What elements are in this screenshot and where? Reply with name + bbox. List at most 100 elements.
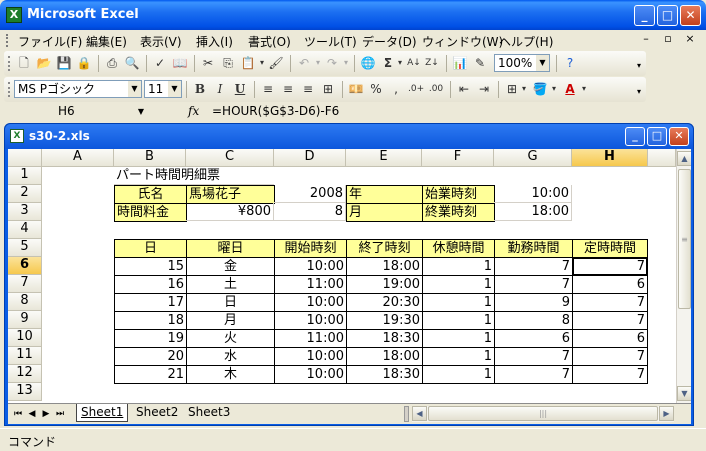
minimize-button[interactable]: _	[634, 5, 655, 26]
cell-g3-end-time[interactable]: 18:00	[494, 203, 572, 221]
drawing-icon[interactable]: ✎	[472, 55, 488, 71]
table-cell[interactable]: 1	[422, 329, 495, 348]
table-cell[interactable]: 10:00	[274, 347, 347, 366]
menu-edit[interactable]: 編集(E)	[86, 33, 127, 50]
cell-e3-month-label[interactable]: 月	[346, 203, 423, 222]
table-cell[interactable]: 1	[422, 275, 495, 294]
redo-dropdown-icon[interactable]: ▾	[342, 55, 350, 71]
table-cell[interactable]: 7	[572, 365, 648, 384]
table-cell[interactable]: 11:00	[274, 275, 347, 294]
table-cell[interactable]: 1	[422, 347, 495, 366]
table-cell[interactable]: 7	[494, 365, 573, 384]
currency-icon[interactable]: 💴	[348, 81, 364, 97]
paste-dropdown-icon[interactable]: ▾	[258, 55, 266, 71]
autosum-dropdown-icon[interactable]: ▾	[396, 55, 404, 71]
row-header-7[interactable]: 7	[8, 275, 42, 293]
column-header-h[interactable]: H	[572, 149, 648, 167]
table-cell[interactable]: 18	[114, 311, 187, 330]
new-file-icon[interactable]: 🗋	[16, 55, 32, 71]
table-cell[interactable]: 6	[494, 329, 573, 348]
workbook-maximize-button[interactable]: □	[647, 127, 667, 146]
italic-icon[interactable]: I	[212, 81, 228, 97]
maximize-button[interactable]: □	[657, 5, 678, 26]
column-header-c[interactable]: C	[186, 149, 274, 167]
underline-icon[interactable]: U	[232, 81, 248, 97]
sort-ascending-icon[interactable]: A↓	[406, 55, 422, 71]
table-cell[interactable]: 7	[572, 347, 648, 366]
row-header-6[interactable]: 6	[8, 257, 42, 275]
permission-icon[interactable]: 🔒	[76, 55, 92, 71]
name-box[interactable]: H6 ▼	[8, 103, 148, 120]
table-cell[interactable]: 16	[114, 275, 187, 294]
percent-icon[interactable]: %	[368, 81, 384, 97]
toolbar-options-icon[interactable]: ▾	[634, 51, 644, 76]
zoom-dropdown-icon[interactable]: ▼	[536, 55, 549, 71]
table-cell[interactable]: 7	[572, 311, 648, 330]
table-cell[interactable]: 18:00	[346, 257, 423, 276]
horizontal-scrollbar[interactable]: ◀ ||| ▶	[412, 406, 674, 422]
doc-restore-icon[interactable]: ▫	[660, 32, 676, 46]
cell-d3-month[interactable]: 8	[274, 203, 346, 221]
table-cell[interactable]: 1	[422, 257, 495, 276]
decrease-indent-icon[interactable]: ⇤	[456, 81, 472, 97]
cell-c3-wage-value[interactable]: ¥800	[186, 203, 274, 221]
cell-d2-year[interactable]: 2008	[274, 185, 346, 203]
table-cell[interactable]: 木	[186, 365, 275, 384]
align-right-icon[interactable]: ≡	[300, 81, 316, 97]
scroll-left-icon[interactable]: ◀	[412, 406, 427, 421]
increase-indent-icon[interactable]: ⇥	[476, 81, 492, 97]
row-header-11[interactable]: 11	[8, 347, 42, 365]
table-cell[interactable]: 日	[186, 293, 275, 312]
table-cell[interactable]: 19	[114, 329, 187, 348]
insert-function-icon[interactable]: fx	[188, 103, 199, 120]
table-header-end[interactable]: 終了時刻	[346, 239, 423, 258]
font-name-select[interactable]: MS Pゴシック ▼	[14, 80, 142, 98]
paste-icon[interactable]: 📋	[240, 55, 256, 71]
close-button[interactable]: ✕	[680, 5, 701, 26]
scroll-down-icon[interactable]: ▼	[677, 386, 691, 401]
table-cell[interactable]: 10:00	[274, 311, 347, 330]
chart-wizard-icon[interactable]: 📊	[452, 55, 468, 71]
copy-icon[interactable]: ⎘	[220, 55, 236, 71]
table-cell[interactable]: 7	[572, 293, 648, 312]
table-cell[interactable]: 11:00	[274, 329, 347, 348]
name-box-dropdown-icon[interactable]: ▼	[138, 103, 144, 120]
row-header-1[interactable]: 1	[8, 167, 42, 185]
format-painter-icon[interactable]: 🖌	[268, 55, 284, 71]
menu-insert[interactable]: 挿入(I)	[196, 33, 233, 50]
table-cell[interactable]: 19:30	[346, 311, 423, 330]
column-header-e[interactable]: E	[346, 149, 422, 167]
row-header-13[interactable]: 13	[8, 383, 42, 401]
menu-tools[interactable]: ツール(T)	[304, 33, 357, 50]
toolbar-options-icon[interactable]: ▾	[634, 77, 644, 102]
cell-f3-end-label[interactable]: 終業時刻	[422, 203, 495, 222]
cell-b2-name-label[interactable]: 氏名	[114, 185, 187, 204]
table-cell[interactable]: 21	[114, 365, 187, 384]
font-color-icon[interactable]: A	[562, 81, 578, 97]
last-sheet-icon[interactable]: ⏭	[54, 407, 66, 421]
print-preview-icon[interactable]: 🔍	[124, 55, 140, 71]
redo-icon[interactable]: ↷	[324, 55, 340, 71]
font-name-dropdown-icon[interactable]: ▼	[128, 81, 141, 97]
undo-icon[interactable]: ↶	[296, 55, 312, 71]
table-cell[interactable]: 6	[572, 275, 648, 294]
table-cell[interactable]: 7	[494, 347, 573, 366]
row-header-3[interactable]: 3	[8, 203, 42, 221]
table-cell[interactable]: 17	[114, 293, 187, 312]
cell-e2-year-label[interactable]: 年	[346, 185, 423, 204]
menu-format[interactable]: 書式(O)	[248, 33, 291, 50]
decrease-decimal-icon[interactable]: .00	[428, 81, 444, 97]
increase-decimal-icon[interactable]: .0+	[408, 81, 424, 97]
table-cell[interactable]: 18:00	[346, 347, 423, 366]
borders-icon[interactable]: ⊞	[504, 81, 520, 97]
bold-icon[interactable]: B	[192, 81, 208, 97]
row-header-12[interactable]: 12	[8, 365, 42, 383]
font-color-dropdown-icon[interactable]: ▾	[580, 81, 588, 97]
scroll-up-icon[interactable]: ▲	[677, 151, 691, 166]
vertical-scroll-thumb[interactable]: ≡	[678, 169, 691, 309]
row-header-5[interactable]: 5	[8, 239, 42, 257]
open-folder-icon[interactable]: 📂	[36, 55, 52, 71]
font-size-dropdown-icon[interactable]: ▼	[168, 81, 181, 97]
vertical-scrollbar[interactable]: ▲ ≡ ▼	[676, 149, 691, 403]
table-cell[interactable]: 7	[494, 257, 573, 276]
